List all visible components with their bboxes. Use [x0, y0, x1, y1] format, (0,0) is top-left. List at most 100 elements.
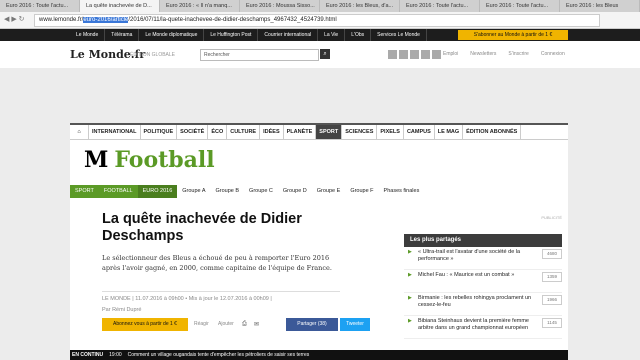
group-link-b[interactable]: Groupe B [211, 185, 245, 198]
article-page: ⌂ INTERNATIONAL POLITIQUE SOCIÉTÉ ÉCO CU… [70, 123, 568, 360]
edition-selector[interactable]: ÉDITION GLOBALE [130, 52, 175, 58]
browser-tab-active[interactable]: La quête inachevée de D... [80, 0, 160, 12]
most-shared-box: Les plus partagés ▶ « Ultra-trail est l'… [404, 234, 562, 339]
group-link-e[interactable]: Groupe E [312, 185, 346, 198]
group-link-d[interactable]: Groupe D [278, 185, 312, 198]
share-count: 1359 [542, 272, 562, 282]
group-link-lemonde[interactable]: Le Monde [70, 29, 106, 41]
article-meta: LE MONDE | 11.07.2016 à 09h00 • Mis à jo… [102, 291, 340, 302]
browser-tab-strip: Euro 2016 : Toute l'actu... La quête ina… [0, 0, 640, 12]
section-sciences[interactable]: SCIENCES [342, 125, 378, 139]
address-bar-row: ◀ ▶ ↻ www.lemonde.fr/euro-2016/article/2… [0, 12, 640, 29]
group-link-c[interactable]: Groupe C [244, 185, 278, 198]
list-item[interactable]: ▶ Birmanie : les rebelles rohingya procl… [404, 295, 562, 316]
subscribe-top-button[interactable]: S'abonner au Monde à partir de 1 € [458, 30, 568, 40]
section-eco[interactable]: ÉCO [208, 125, 228, 139]
page-title: M Football [84, 147, 215, 173]
print-icon[interactable]: ⎙ [242, 321, 247, 328]
section-planete[interactable]: PLANÈTE [284, 125, 317, 139]
url-input[interactable]: www.lemonde.fr/euro-2016/article/2016/07… [34, 13, 600, 27]
facebook-icon[interactable] [388, 50, 397, 59]
lemonde-m-logo: M [84, 147, 109, 173]
googleplus-icon[interactable] [410, 50, 419, 59]
section-idees[interactable]: IDÉES [260, 125, 284, 139]
rss-icon[interactable] [432, 50, 441, 59]
signup-link[interactable]: S'inscrire [508, 51, 528, 57]
ticker-text[interactable]: Comment un village ougandais tente d'emp… [128, 350, 310, 360]
section-culture[interactable]: CULTURE [227, 125, 261, 139]
account-links: Emploi Newsletters S'inscrire Connexion [443, 51, 565, 57]
share-count: 1145 [542, 318, 562, 328]
newsletters-link[interactable]: Newsletters [470, 51, 496, 57]
section-sport[interactable]: SPORT [316, 125, 343, 139]
section-societe[interactable]: SOCIÉTÉ [177, 125, 209, 139]
section-lemag[interactable]: LE MAG [435, 125, 464, 139]
social-icons [388, 50, 441, 59]
list-item-title[interactable]: Bibiana Steinhaus devient la première fe… [418, 318, 536, 332]
add-link[interactable]: Ajouter [218, 321, 234, 327]
url-selection: euro-2016/article [83, 16, 129, 23]
home-icon[interactable]: ⌂ [70, 125, 89, 139]
breadcrumb-euro2016[interactable]: EURO 2016 [137, 185, 178, 198]
list-item-title[interactable]: Birmanie : les rebelles rohingya proclam… [418, 295, 536, 309]
browser-tab[interactable]: Euro 2016 : les Bleus [560, 0, 640, 12]
search-icon[interactable]: ⌕ [320, 49, 330, 59]
share-count: 1966 [542, 295, 562, 305]
email-icon[interactable]: ✉ [254, 321, 259, 328]
react-link[interactable]: Réagir [194, 321, 209, 327]
twitter-icon[interactable] [399, 50, 408, 59]
share-count: 4680 [542, 249, 562, 259]
section-politique[interactable]: POLITIQUE [141, 125, 178, 139]
emploi-link[interactable]: Emploi [443, 51, 458, 57]
section-nav: ⌂ INTERNATIONAL POLITIQUE SOCIÉTÉ ÉCO CU… [70, 123, 568, 140]
group-link-lobs[interactable]: L'Obs [345, 29, 372, 41]
section-pixels[interactable]: PIXELS [377, 125, 404, 139]
group-link-finals[interactable]: Phases finales [379, 185, 425, 198]
search-input[interactable]: Rechercher [200, 49, 319, 61]
page-title-text: Football [114, 147, 215, 173]
group-link-diplo[interactable]: Le Monde diplomatique [139, 29, 205, 41]
breadcrumb: SPORT FOOTBALL EURO 2016 Groupe A Groupe… [70, 185, 568, 198]
group-link-telerama[interactable]: Télérama [105, 29, 140, 41]
group-link-huffpost[interactable]: Le Huffington Post [204, 29, 259, 41]
brand-bar: Le Monde.fr ÉDITION GLOBALE Rechercher ⌕… [70, 44, 570, 66]
section-campus[interactable]: CAMPUS [404, 125, 435, 139]
most-shared-heading: Les plus partagés [404, 234, 562, 247]
list-item[interactable]: ▶ Bibiana Steinhaus devient la première … [404, 318, 562, 339]
article-author[interactable]: Par Rémi Dupré [102, 307, 141, 313]
ticker-time: 19:00 [109, 352, 122, 358]
browser-tab[interactable]: Euro 2016 : les Bleus, d'a... [320, 0, 400, 12]
url-suffix: /2016/07/11/la-quete-inachevee-de-didier… [128, 16, 337, 23]
arrow-icon: ▶ [408, 295, 412, 301]
browser-tab[interactable]: Euro 2016 : « Il n'a manq... [160, 0, 240, 12]
subscribe-button[interactable]: Abonnez vous à partir de 1 € [102, 318, 188, 331]
article-actions: Abonnez vous à partir de 1 € Réagir Ajou… [102, 318, 370, 332]
breadcrumb-football[interactable]: FOOTBALL [98, 185, 138, 198]
browser-tab[interactable]: Euro 2016 : Moussa Sisso... [240, 0, 320, 12]
group-link-a[interactable]: Groupe A [177, 185, 210, 198]
ad-label: PUBLICITÉ [541, 215, 562, 220]
section-abonnes[interactable]: ÉDITION ABONNÉS [463, 125, 522, 139]
facebook-share-button[interactable]: Partager (38) [286, 318, 338, 331]
group-link-services[interactable]: Services Le Monde [371, 29, 427, 41]
browser-tab[interactable]: Euro 2016 : Toute l'actu... [480, 0, 560, 12]
back-forward-icon[interactable]: ◀ ▶ ↻ [4, 15, 25, 23]
ticker-label: EN CONTINU [72, 352, 104, 358]
group-link-courrier[interactable]: Courrier international [258, 29, 319, 41]
breadcrumb-sport[interactable]: SPORT [70, 185, 99, 198]
list-item[interactable]: ▶ Michel Fau : « Maurice est un combat »… [404, 272, 562, 293]
browser-tab[interactable]: Euro 2016 : Toute l'actu... [0, 0, 80, 12]
article-headline: La quête inachevée de Didier Deschamps [102, 211, 302, 244]
list-item-title[interactable]: Michel Fau : « Maurice est un combat » [418, 272, 536, 279]
browser-tab[interactable]: Euro 2016 : Toute l'actu... [400, 0, 480, 12]
article-lede: Le sélectionneur des Bleus a échoué de p… [102, 254, 332, 272]
group-link-lavie[interactable]: La Vie [318, 29, 346, 41]
live-ticker[interactable]: EN CONTINU 19:00 Comment un village ouga… [70, 350, 568, 360]
list-item-title[interactable]: « Ultra-trail est l'avatar d'une société… [418, 249, 536, 263]
list-item[interactable]: ▶ « Ultra-trail est l'avatar d'une socié… [404, 249, 562, 270]
group-link-f[interactable]: Groupe F [345, 185, 378, 198]
login-link[interactable]: Connexion [541, 51, 565, 57]
mobile-icon[interactable] [421, 50, 430, 59]
twitter-share-button[interactable]: Tweeter [340, 318, 370, 331]
section-international[interactable]: INTERNATIONAL [89, 125, 141, 139]
